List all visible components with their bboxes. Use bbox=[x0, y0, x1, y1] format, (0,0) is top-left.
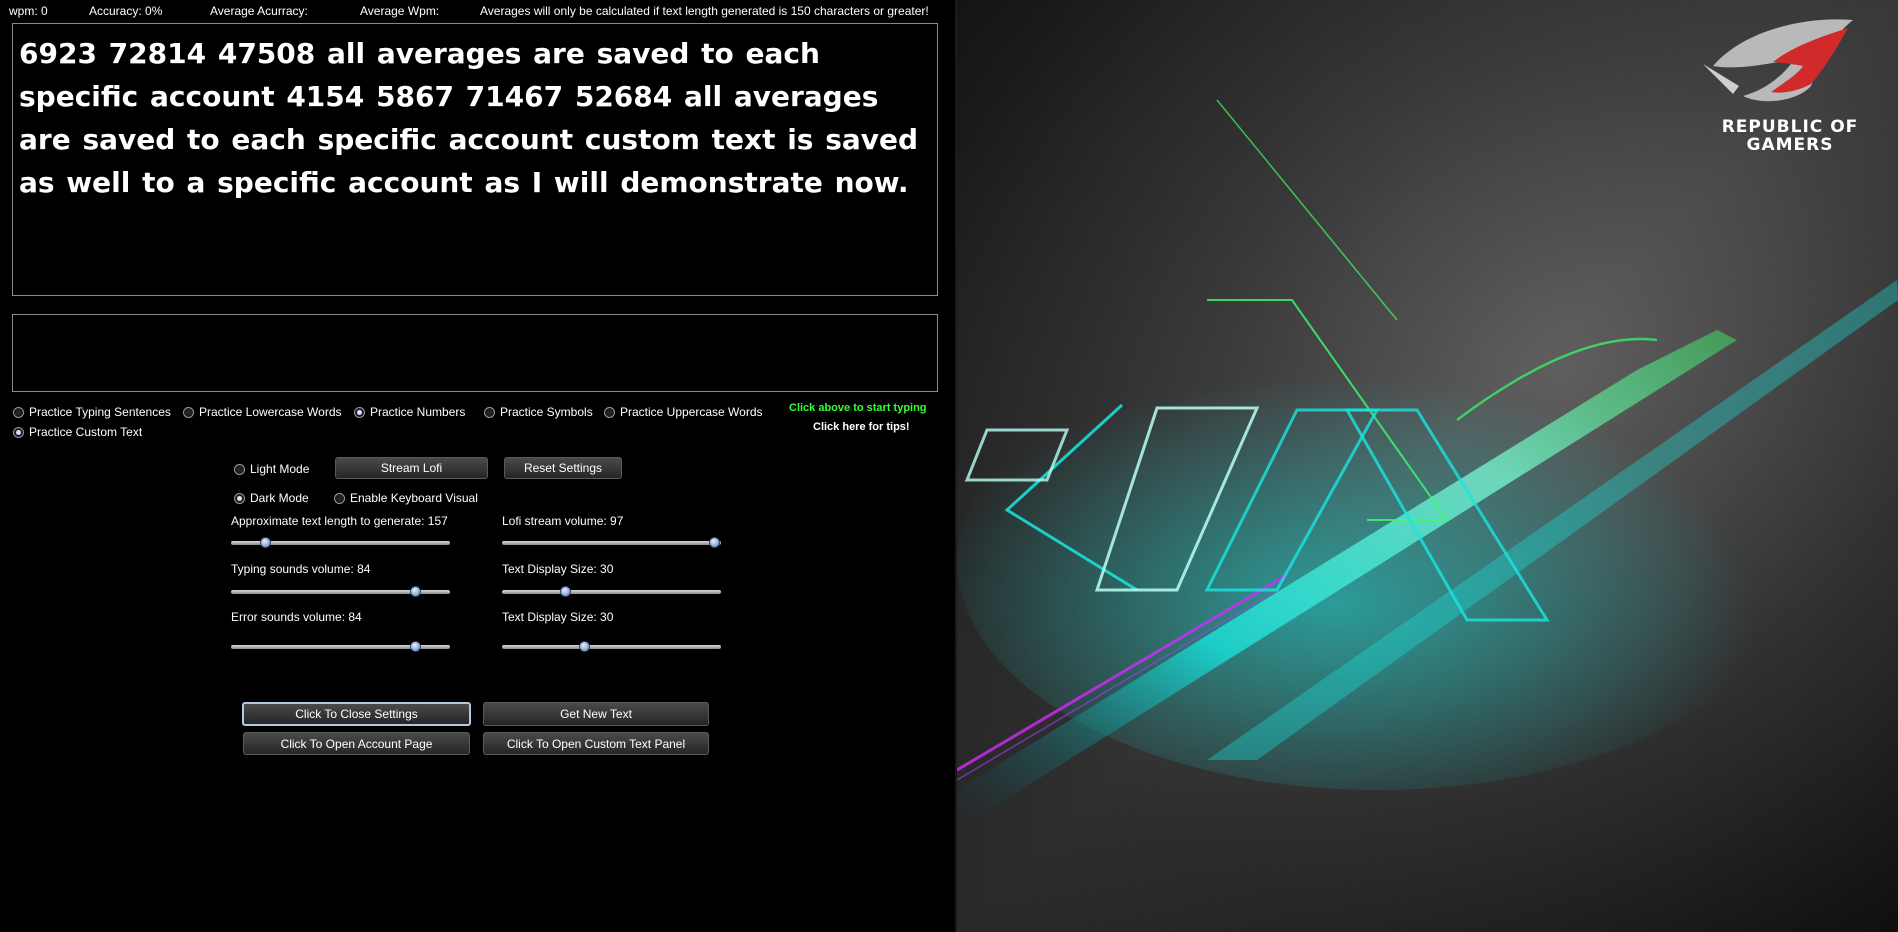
lofi-volume-label: Lofi stream volume: 97 bbox=[502, 514, 624, 528]
mode-typing-sentences[interactable]: Practice Typing Sentences bbox=[13, 405, 171, 419]
radio-icon bbox=[484, 406, 495, 418]
light-mode-label: Light Mode bbox=[250, 462, 310, 476]
slider-thumb[interactable] bbox=[409, 641, 421, 652]
text-length-slider[interactable] bbox=[231, 537, 450, 548]
radio-selected-icon bbox=[234, 492, 245, 504]
mode-label: Practice Numbers bbox=[370, 405, 466, 419]
dark-mode-label: Dark Mode bbox=[250, 491, 309, 505]
radio-icon bbox=[13, 406, 24, 418]
radio-selected-icon bbox=[354, 406, 365, 418]
open-custom-text-button[interactable]: Click To Open Custom Text Panel bbox=[483, 732, 709, 755]
mode-label: Practice Custom Text bbox=[29, 425, 143, 439]
radio-icon bbox=[234, 463, 245, 475]
mode-lowercase-words[interactable]: Practice Lowercase Words bbox=[183, 405, 342, 419]
keyboard-visual-label: Enable Keyboard Visual bbox=[350, 491, 478, 505]
mode-numbers[interactable]: Practice Numbers bbox=[354, 405, 465, 419]
radio-selected-icon bbox=[13, 426, 24, 438]
error-volume-slider[interactable] bbox=[231, 641, 450, 652]
slider-thumb[interactable] bbox=[559, 586, 571, 597]
text-size-slider-2[interactable] bbox=[502, 641, 721, 652]
text-size-label-2: Text Display Size: 30 bbox=[502, 610, 614, 624]
open-account-button[interactable]: Click To Open Account Page bbox=[243, 732, 470, 755]
typing-app: wpm: 0 Accuracy: 0% Average Acurracy: Av… bbox=[0, 0, 955, 932]
get-new-text-button[interactable]: Get New Text bbox=[483, 702, 709, 726]
wpm-stat: wpm: 0 bbox=[9, 4, 48, 18]
lofi-volume-slider[interactable] bbox=[502, 537, 721, 548]
text-size-slider[interactable] bbox=[502, 586, 721, 597]
mode-custom-text[interactable]: Practice Custom Text bbox=[13, 425, 142, 439]
text-display[interactable]: 6923 72814 47508 all averages are saved … bbox=[12, 23, 938, 296]
brand-line-1: REPUBLIC OF bbox=[1721, 117, 1859, 137]
text-length-label: Approximate text length to generate: 157 bbox=[231, 514, 448, 528]
rog-wallpaper: REPUBLIC OF GAMERS bbox=[957, 0, 1898, 932]
text-size-label: Text Display Size: 30 bbox=[502, 562, 614, 576]
close-settings-button[interactable]: Click To Close Settings bbox=[242, 702, 471, 726]
average-wpm-stat: Average Wpm: bbox=[360, 4, 440, 18]
slider-thumb[interactable] bbox=[709, 537, 721, 548]
average-accuracy-stat: Average Acurracy: bbox=[210, 4, 308, 18]
tips-link[interactable]: Click here for tips! bbox=[813, 421, 910, 433]
mode-label: Practice Lowercase Words bbox=[199, 405, 342, 419]
typing-input[interactable] bbox=[12, 314, 938, 392]
mode-label: Practice Typing Sentences bbox=[29, 405, 171, 419]
mode-symbols[interactable]: Practice Symbols bbox=[484, 405, 593, 419]
slider-thumb[interactable] bbox=[409, 586, 421, 597]
dark-mode-radio[interactable]: Dark Mode bbox=[234, 491, 309, 505]
stream-lofi-button[interactable]: Stream Lofi bbox=[335, 457, 488, 479]
keyboard-visual-radio[interactable]: Enable Keyboard Visual bbox=[334, 491, 478, 505]
averages-notice: Averages will only be calculated if text… bbox=[480, 4, 929, 18]
slider-thumb[interactable] bbox=[260, 537, 272, 548]
error-volume-label: Error sounds volume: 84 bbox=[231, 610, 362, 624]
slider-thumb[interactable] bbox=[579, 641, 591, 652]
mode-uppercase-words[interactable]: Practice Uppercase Words bbox=[604, 405, 763, 419]
mode-label: Practice Symbols bbox=[500, 405, 593, 419]
typing-volume-slider[interactable] bbox=[231, 586, 450, 597]
brand-line-2: GAMERS bbox=[1746, 135, 1834, 155]
typing-volume-label: Typing sounds volume: 84 bbox=[231, 562, 371, 576]
accuracy-stat: Accuracy: 0% bbox=[89, 4, 163, 18]
radio-icon bbox=[334, 492, 345, 504]
mode-label: Practice Uppercase Words bbox=[620, 405, 763, 419]
radio-icon bbox=[604, 406, 615, 418]
reset-settings-button[interactable]: Reset Settings bbox=[504, 457, 622, 479]
start-typing-hint: Click above to start typing bbox=[789, 402, 927, 414]
radio-icon bbox=[183, 406, 194, 418]
light-mode-radio[interactable]: Light Mode bbox=[234, 462, 309, 476]
